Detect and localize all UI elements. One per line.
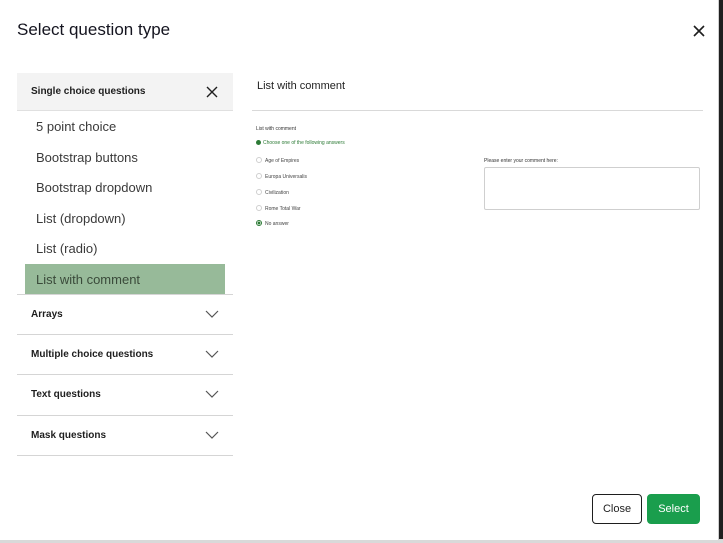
option-label: Age of Empires xyxy=(265,158,300,164)
preview-help-text: Choose one of the following answers xyxy=(256,140,345,146)
preview-comment-label: Please enter your comment here: xyxy=(484,158,558,164)
question-type-label: List (dropdown) xyxy=(36,210,126,226)
preview-option: Age of Empires xyxy=(256,157,299,164)
help-text: Choose one of the following answers xyxy=(263,140,345,146)
group-label: Arrays xyxy=(31,309,63,320)
close-icon[interactable] xyxy=(205,85,219,99)
radio-icon xyxy=(256,205,262,211)
chevron-down-icon xyxy=(205,350,219,358)
question-type-label: Bootstrap dropdown xyxy=(36,180,153,195)
question-type-list: Single choice questions 5 point choice B… xyxy=(17,73,233,456)
group-header-text-questions[interactable]: Text questions xyxy=(17,375,233,416)
radio-selected-icon xyxy=(256,220,262,226)
option-label: Rome Total War xyxy=(265,206,301,212)
question-type-list-dropdown[interactable]: List (dropdown) xyxy=(17,203,233,234)
question-type-bootstrap-buttons[interactable]: Bootstrap buttons xyxy=(17,142,233,173)
group-header-single-choice[interactable]: Single choice questions xyxy=(17,73,233,111)
radio-icon xyxy=(256,173,262,179)
preview-comment-box xyxy=(484,167,700,210)
question-type-label: List with comment xyxy=(36,271,141,287)
option-label: Civilization xyxy=(265,190,289,196)
group-header-mask-questions[interactable]: Mask questions xyxy=(17,416,233,456)
info-icon xyxy=(256,140,261,145)
question-type-bootstrap-dropdown[interactable]: Bootstrap dropdown xyxy=(17,172,233,203)
radio-icon xyxy=(256,189,262,195)
question-type-list-radio[interactable]: List (radio) xyxy=(17,233,233,264)
group-label: Multiple choice questions xyxy=(31,348,154,360)
group-label: Mask questions xyxy=(31,429,107,441)
select-question-type-modal: Select question type Single choice quest… xyxy=(0,0,719,540)
preview-title: List with comment xyxy=(257,80,346,92)
group-label: Text questions xyxy=(31,389,101,400)
group-header-multiple-choice[interactable]: Multiple choice questions xyxy=(17,335,233,375)
background-edge xyxy=(719,0,723,543)
option-label: Europa Universalis xyxy=(265,174,307,180)
close-icon xyxy=(693,25,705,37)
chevron-down-icon xyxy=(205,431,219,439)
question-type-list-with-comment[interactable]: List with comment xyxy=(25,263,225,294)
preview-option: Civilization xyxy=(256,189,289,196)
preview-divider xyxy=(252,110,703,111)
group-header-arrays[interactable]: Arrays xyxy=(17,294,233,335)
chevron-down-icon xyxy=(205,390,219,398)
question-type-label: 5 point choice xyxy=(36,119,117,134)
radio-icon xyxy=(256,157,262,163)
preview-option: No answer xyxy=(256,220,289,227)
modal-close-button[interactable] xyxy=(690,22,708,40)
preview-question-text: List with comment xyxy=(256,126,297,132)
preview-option: Rome Total War xyxy=(256,205,301,212)
question-type-5-point-choice[interactable]: 5 point choice xyxy=(17,111,233,142)
question-type-label: List (radio) xyxy=(36,241,98,256)
question-type-label: Bootstrap buttons xyxy=(36,149,138,165)
select-button[interactable]: Select xyxy=(647,494,700,524)
option-label: No answer xyxy=(265,221,289,227)
modal-title: Select question type xyxy=(17,20,171,39)
preview-option: Europa Universalis xyxy=(256,173,307,180)
chevron-down-icon xyxy=(205,310,219,318)
group-label: Single choice questions xyxy=(31,86,146,97)
close-button[interactable]: Close xyxy=(592,494,642,524)
